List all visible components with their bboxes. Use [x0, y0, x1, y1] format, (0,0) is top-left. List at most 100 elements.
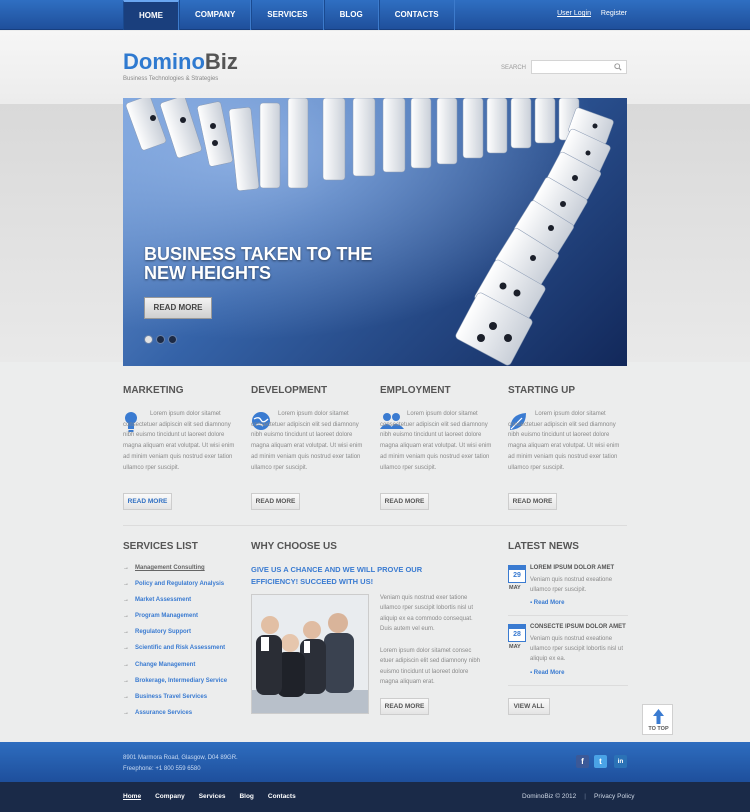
feature-text: Lorem ipsum dolor sitamet consectetuer a… — [508, 411, 620, 471]
marketing-read-more-button[interactable]: READ MORE — [123, 493, 172, 510]
slider-title: BUSINESS TAKEN TO THE NEW HEIGHTS — [144, 244, 373, 283]
phone-line: Freephone: +1 800 559 6580 — [123, 766, 201, 772]
footer-nav: Home Company Services Blog Contacts — [123, 793, 296, 800]
news-headline[interactable]: CONSECTE IPSUM DOLOR AMET — [530, 624, 630, 630]
arrow-right-icon: → — [123, 565, 129, 571]
news-read-more-link[interactable]: ▪ Read More — [530, 600, 564, 606]
feature-title: EMPLOYMENT — [380, 385, 451, 396]
copyright: DominoBiz © 2012 — [522, 793, 577, 800]
news-read-more-link[interactable]: ▪ Read More — [530, 670, 564, 676]
feature-title: MARKETING — [123, 385, 184, 396]
news-month: MAY — [509, 585, 521, 591]
service-item[interactable]: → Business Travel Services — [123, 692, 243, 708]
footer-link-services[interactable]: Services — [199, 793, 226, 800]
section-divider — [123, 525, 627, 526]
slider-dot-1[interactable] — [144, 335, 153, 344]
service-item[interactable]: → Scientific and Risk Assessment — [123, 643, 243, 659]
to-top-label: TO TOP — [648, 726, 669, 732]
privacy-policy-link[interactable]: Privacy Policy — [594, 793, 634, 800]
why-headline: GIVE US A CHANCE AND WE WILL PROVE OUR E… — [251, 565, 423, 586]
service-item[interactable]: → Management Consulting — [123, 563, 243, 579]
search-label: SEARCH — [501, 65, 527, 71]
why-paragraph-2: Lorem ipsum dolor sitamet consec etuer a… — [380, 648, 481, 686]
slider-pagination — [144, 335, 177, 344]
nav-services[interactable]: SERVICES — [251, 0, 324, 30]
footer-link-home[interactable]: Home — [123, 793, 141, 800]
service-item[interactable]: → Regulatory Support — [123, 627, 243, 643]
address-line: 8901 Marmora Road, Glasgow, D04 89GR. — [123, 755, 238, 761]
news-separator — [508, 615, 628, 616]
footer-separator: | — [584, 793, 586, 800]
logo-biz: Biz — [204, 49, 238, 74]
logo-domino: Domino — [123, 49, 205, 74]
service-item[interactable]: → Change Management — [123, 660, 243, 676]
feature-text: Lorem ipsum dolor sitamet consectetuer a… — [123, 411, 235, 471]
user-login-link[interactable]: User Login — [557, 10, 591, 17]
hero-slider — [123, 98, 627, 366]
feature-title: DEVELOPMENT — [251, 385, 328, 396]
feature-text: Lorem ipsum dolor sitamet consectetuer a… — [251, 411, 363, 471]
arrow-right-icon: → — [123, 661, 129, 668]
arrow-right-icon: → — [123, 693, 129, 700]
news-month: MAY — [509, 644, 521, 650]
feature-starting-up: STARTING UP Lorem ipsum dolor sitamet co… — [508, 385, 626, 471]
news-day: 29 — [513, 572, 521, 579]
footer-link-company[interactable]: Company — [155, 793, 185, 800]
service-item[interactable]: → Assurance Services — [123, 708, 243, 724]
services-list: → Management Consulting → Policy and Regul… — [123, 563, 243, 724]
arrow-right-icon: → — [123, 677, 129, 684]
services-title: SERVICES LIST — [123, 541, 198, 552]
calendar-icon: 29 — [508, 565, 526, 583]
footer-link-blog[interactable]: Blog — [239, 793, 253, 800]
news-text: Veniam quis nostrud exeatione ullamco rp… — [530, 577, 613, 593]
slider-read-more-button[interactable]: READ MORE — [144, 297, 212, 319]
tagline: Business Technologies & Strategies — [123, 76, 219, 82]
footer-address: 8901 Marmora Road, Glasgow, D04 89GR. Fr… — [123, 753, 238, 775]
news-headline[interactable]: LOREM IPSUM DOLOR AMET — [530, 565, 630, 571]
twitter-icon[interactable]: t — [594, 755, 607, 768]
service-item[interactable]: → Policy and Regulatory Analysis — [123, 579, 243, 595]
why-title: WHY CHOOSE US — [251, 541, 337, 552]
arrow-right-icon: → — [123, 597, 129, 604]
nav-blog[interactable]: BLOG — [323, 0, 379, 30]
linkedin-icon[interactable]: in — [614, 755, 627, 768]
arrow-right-icon: → — [123, 709, 129, 716]
development-read-more-button[interactable]: READ MORE — [251, 493, 300, 510]
slider-dot-2[interactable] — [156, 335, 165, 344]
nav-company[interactable]: COMPANY — [179, 0, 252, 30]
why-read-more-button[interactable]: READ MORE — [380, 698, 429, 715]
facebook-icon[interactable]: f — [576, 755, 589, 768]
team-photo — [251, 594, 369, 714]
feature-development: DEVELOPMENT Lorem ipsum dolor sitamet co… — [251, 385, 369, 471]
search-input[interactable] — [531, 60, 627, 74]
service-item[interactable]: → Market Assessment — [123, 595, 243, 611]
copyright-area: DominoBiz © 2012 | Privacy Policy — [522, 793, 634, 800]
news-item-2: 28 MAY CONSECTE IPSUM DOLOR AMET Veniam … — [508, 624, 628, 680]
to-top-button[interactable]: TO TOP — [642, 704, 673, 735]
main-nav: HOME COMPANY SERVICES BLOG CONTACTS — [123, 0, 455, 30]
footer-link-contacts[interactable]: Contacts — [268, 793, 296, 800]
nav-home[interactable]: HOME — [123, 0, 179, 30]
feature-title: STARTING UP — [508, 385, 576, 396]
bottom-bar — [0, 782, 750, 812]
calendar-icon: 28 — [508, 624, 526, 642]
feature-marketing: MARKETING Lorem ipsum dolor sitamet cons… — [123, 385, 241, 471]
logo[interactable]: DominoBiz — [123, 49, 238, 75]
news-day: 28 — [513, 631, 521, 638]
arrow-right-icon: → — [123, 629, 129, 636]
search-icon[interactable] — [614, 63, 622, 71]
news-separator — [508, 685, 628, 686]
view-all-button[interactable]: VIEW ALL — [508, 698, 550, 715]
nav-contacts[interactable]: CONTACTS — [378, 0, 455, 30]
service-item[interactable]: → Program Management — [123, 611, 243, 627]
header — [0, 31, 750, 104]
starting-up-read-more-button[interactable]: READ MORE — [508, 493, 557, 510]
news-text: Veniam quis nostrud exeatione ullamco rp… — [530, 636, 624, 662]
employment-read-more-button[interactable]: READ MORE — [380, 493, 429, 510]
arrow-right-icon: → — [123, 645, 129, 652]
arrow-right-icon: → — [123, 613, 129, 620]
slider-dot-3[interactable] — [168, 335, 177, 344]
register-link[interactable]: Register — [601, 10, 627, 17]
service-item[interactable]: → Brokerage, Intermediary Service — [123, 676, 243, 692]
footer — [0, 742, 750, 782]
